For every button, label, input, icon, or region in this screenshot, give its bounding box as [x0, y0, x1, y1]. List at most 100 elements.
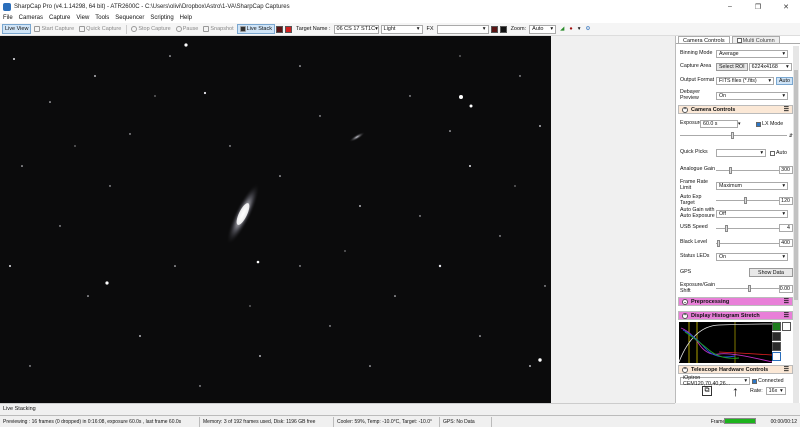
live-stack-button[interactable]: Live Stack	[236, 24, 275, 34]
telescope-mount-select[interactable]: iOptron CEM120,70,40,26... ▾	[680, 375, 750, 387]
frame-rate-limit-value: Maximum	[719, 182, 742, 189]
fx-select[interactable]: ▾	[436, 24, 489, 34]
profile-select[interactable]: Light ▾	[380, 24, 423, 34]
rate-select[interactable]: 16x ▾	[765, 387, 786, 395]
status-leds-row: Status LEDs On ▾	[680, 253, 793, 261]
tools-dropdown-icon[interactable]: ▾	[576, 24, 583, 34]
histogram-display[interactable]	[678, 322, 773, 363]
start-capture-button[interactable]: Start Capture	[32, 24, 76, 34]
focus-tool-icon[interactable]: ●	[567, 24, 574, 34]
reticle-color-black[interactable]	[499, 25, 507, 33]
menu-icon[interactable]: ☰	[784, 366, 789, 373]
tab-live-stacking[interactable]: Live Stacking	[3, 406, 36, 412]
menu-tools[interactable]: Tools	[95, 15, 109, 21]
lx-mode-toggle[interactable]: LX Mode	[756, 121, 783, 127]
capture-area-select[interactable]: 6224x4168 ▾	[748, 63, 792, 71]
scrollbar-thumb[interactable]	[794, 70, 798, 300]
menu-file[interactable]: File	[3, 15, 13, 21]
auto-gain-select[interactable]: Off ▾	[716, 209, 788, 218]
tab-camera-controls[interactable]: Camera Controls	[678, 36, 730, 44]
connected-checkbox[interactable]	[752, 378, 757, 384]
snapshot-button[interactable]: Snapshot	[201, 24, 235, 34]
move-north-icon[interactable]: ↑	[732, 384, 744, 398]
exposure-slider-row: ⇵	[680, 132, 793, 139]
exposure-input[interactable]: 60.0 s	[700, 120, 738, 128]
histogram-reset-icon[interactable]	[782, 322, 791, 331]
exposure-dropdown-icon[interactable]: ▾	[738, 121, 744, 127]
camera-image-viewport[interactable]	[0, 36, 551, 403]
menu-view[interactable]: View	[76, 15, 89, 21]
debayer-preview-select[interactable]: On ▾	[716, 91, 788, 100]
zoom-select[interactable]: Auto ▾	[529, 24, 557, 34]
panel-scrollbar[interactable]	[793, 46, 799, 403]
menu-help[interactable]: Help	[180, 15, 192, 21]
collapse-icon[interactable]: ⌃	[682, 312, 688, 319]
auto-exposure-checkbox[interactable]	[770, 150, 775, 156]
star-field	[9, 55, 546, 387]
collapse-icon[interactable]: ⌃	[682, 366, 688, 373]
exposure-slider[interactable]	[680, 132, 787, 139]
quick-picks-label: Quick Picks	[680, 149, 708, 156]
histogram-color-icon[interactable]	[772, 342, 781, 351]
chevron-down-icon: ▾	[416, 26, 420, 32]
exposure-gain-shift-slider[interactable]	[716, 285, 779, 293]
quick-capture-button[interactable]: Quick Capture	[77, 24, 123, 34]
output-format-label: Output Format	[680, 77, 715, 84]
menu-icon[interactable]: ☰	[784, 106, 789, 113]
auto-exp-target-slider[interactable]	[716, 197, 779, 205]
exposure-gain-shift-input[interactable]: 0.00	[779, 284, 793, 293]
output-format-auto-button[interactable]: Auto	[776, 77, 793, 85]
multi-column-checkbox[interactable]	[736, 38, 742, 44]
stop-capture-button[interactable]: Stop Capture	[129, 24, 172, 34]
menu-sequencer[interactable]: Sequencer	[115, 15, 144, 21]
binning-mode-select[interactable]: Average ▾	[716, 50, 788, 58]
pause-button[interactable]: Pause	[174, 24, 201, 34]
output-format-select[interactable]: FITS files (*.fits) ▾	[716, 77, 774, 85]
analogue-gain-input[interactable]: 300	[779, 166, 793, 174]
histogram-auto-icon[interactable]	[772, 322, 781, 331]
preprocessing-header[interactable]: ⌄ Preprocessing ☰	[678, 297, 793, 306]
show-gps-data-button[interactable]: Show Data	[749, 268, 793, 277]
target-name-select[interactable]: 06 CS 17 ST1C ▾	[333, 24, 379, 34]
zoom-label: Zoom:	[510, 26, 527, 32]
black-level-slider[interactable]	[716, 239, 779, 247]
quick-picks-select[interactable]: ▾	[716, 149, 766, 157]
analogue-gain-slider[interactable]	[716, 166, 779, 174]
tab-multi-column[interactable]: Multi Column	[731, 36, 780, 44]
auto-exposure-toggle[interactable]: Auto	[770, 150, 787, 156]
quick-capture-label: Quick Capture	[86, 26, 122, 32]
auto-exp-target-input[interactable]: 120	[779, 196, 793, 205]
usb-speed-input[interactable]: 4	[779, 224, 793, 232]
menu-cameras[interactable]: Cameras	[19, 15, 43, 21]
color-swatch-dark-red[interactable]	[275, 25, 283, 33]
park-icon[interactable]: ⧉	[702, 386, 712, 396]
status-leds-select[interactable]: On ▾	[716, 253, 788, 261]
collapse-icon[interactable]: ⌃	[682, 106, 688, 113]
camera-controls-header[interactable]: ⌃ Camera Controls ☰	[678, 105, 793, 114]
binning-mode-row: Binning Mode Average ▾	[680, 50, 793, 58]
frame-rate-limit-select[interactable]: Maximum ▾	[716, 181, 788, 190]
minimize-button[interactable]: –	[716, 0, 744, 13]
histogram-tool-icon[interactable]: ◢	[558, 24, 566, 34]
histogram-zoom-icon[interactable]	[772, 332, 781, 341]
black-level-input[interactable]: 400	[779, 239, 793, 247]
menu-bar: File Cameras Capture View Tools Sequence…	[0, 13, 800, 23]
menu-icon[interactable]: ☰	[784, 298, 789, 305]
restore-button[interactable]: ❐	[744, 0, 772, 13]
live-view-button[interactable]: Live View	[2, 24, 32, 34]
telescope-controls-header[interactable]: ⌃ Telescope Hardware Controls ☰	[678, 365, 793, 374]
histogram-save-icon[interactable]	[772, 352, 781, 361]
expand-icon[interactable]: ⌄	[682, 298, 688, 305]
close-button[interactable]: ✕	[772, 0, 800, 13]
menu-capture[interactable]: Capture	[49, 15, 70, 21]
reticle-color-dark[interactable]	[490, 25, 498, 33]
lx-mode-checkbox[interactable]	[756, 121, 761, 127]
color-swatch-red[interactable]	[284, 25, 292, 33]
settings-icon[interactable]: ⚙	[583, 24, 592, 34]
histogram-stretch-header[interactable]: ⌃ Display Histogram Stretch ☰	[678, 311, 793, 320]
menu-scripting[interactable]: Scripting	[150, 15, 173, 21]
select-roi-button[interactable]: Select ROI	[716, 63, 748, 71]
menu-icon[interactable]: ☰	[784, 312, 789, 319]
telescope-connected-toggle[interactable]: Connected	[752, 378, 784, 384]
usb-speed-slider[interactable]	[716, 224, 779, 232]
